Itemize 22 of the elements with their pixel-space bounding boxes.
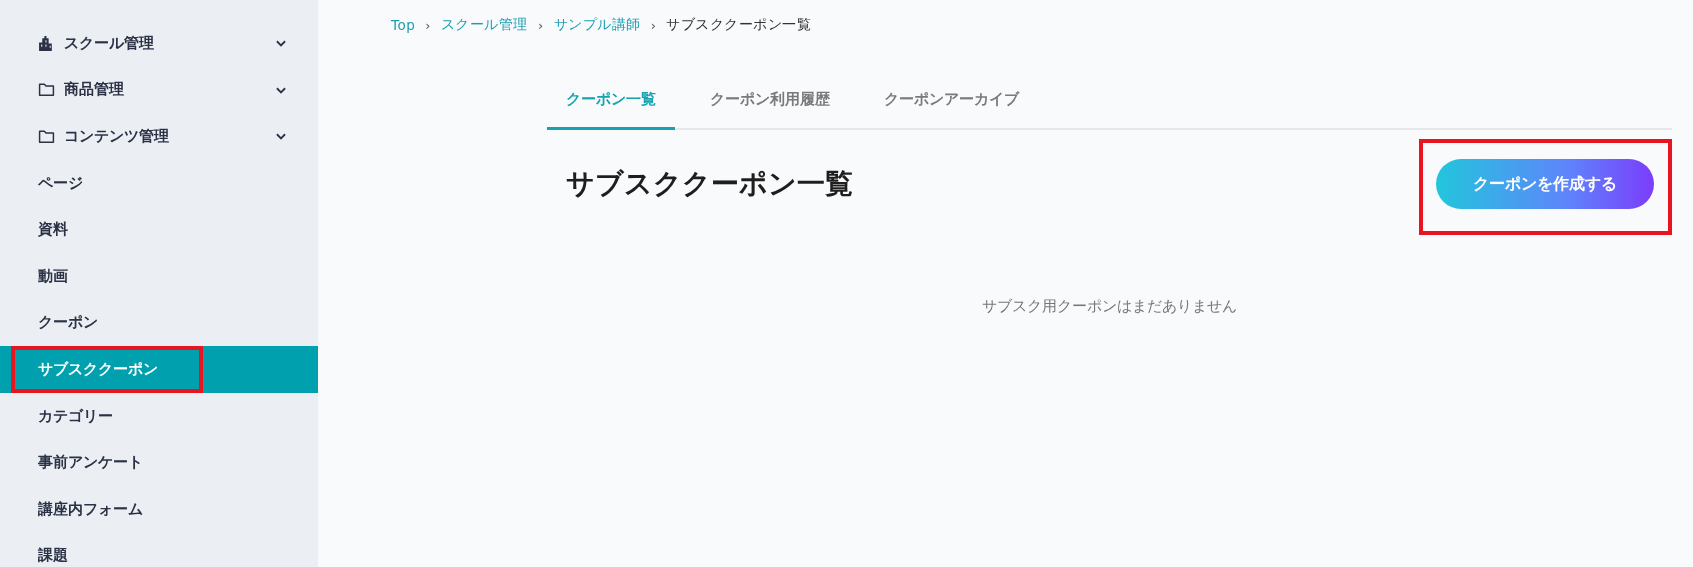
sidebar-item[interactable]: カテゴリー	[0, 392, 318, 440]
breadcrumb-separator: ›	[650, 17, 657, 33]
sidebar-item[interactable]: スクール管理	[0, 20, 318, 67]
breadcrumb-separator: ›	[425, 17, 431, 33]
page-title: サブスククーポン一覧	[566, 166, 853, 202]
breadcrumb-current: サブスククーポン一覧	[666, 16, 812, 34]
sidebar-item[interactable]: コンテンツ管理	[0, 113, 318, 160]
sidebar-item[interactable]: 動画	[0, 252, 318, 300]
empty-message: サブスク用クーポンはまだありません	[981, 297, 1238, 316]
sidebar-item[interactable]: ページ	[0, 159, 318, 207]
sidebar-item[interactable]: 資料	[0, 206, 318, 253]
sidebar-item[interactable]: 事前アンケート	[0, 439, 318, 486]
building-icon	[38, 34, 55, 52]
sidebar-item[interactable]: 講座内フォーム	[0, 485, 318, 533]
folder-icon	[38, 128, 55, 145]
breadcrumb-separator: ›	[538, 17, 544, 33]
folder-icon	[38, 81, 55, 99]
sidebar-item[interactable]: 商品管理	[0, 66, 318, 114]
tab[interactable]: クーポンアーカイブ	[865, 90, 1038, 130]
sidebar-item[interactable]: 課題	[0, 532, 318, 567]
tab[interactable]: クーポン利用履歴	[691, 90, 849, 130]
sidebar-item[interactable]: クーポン	[0, 299, 318, 347]
